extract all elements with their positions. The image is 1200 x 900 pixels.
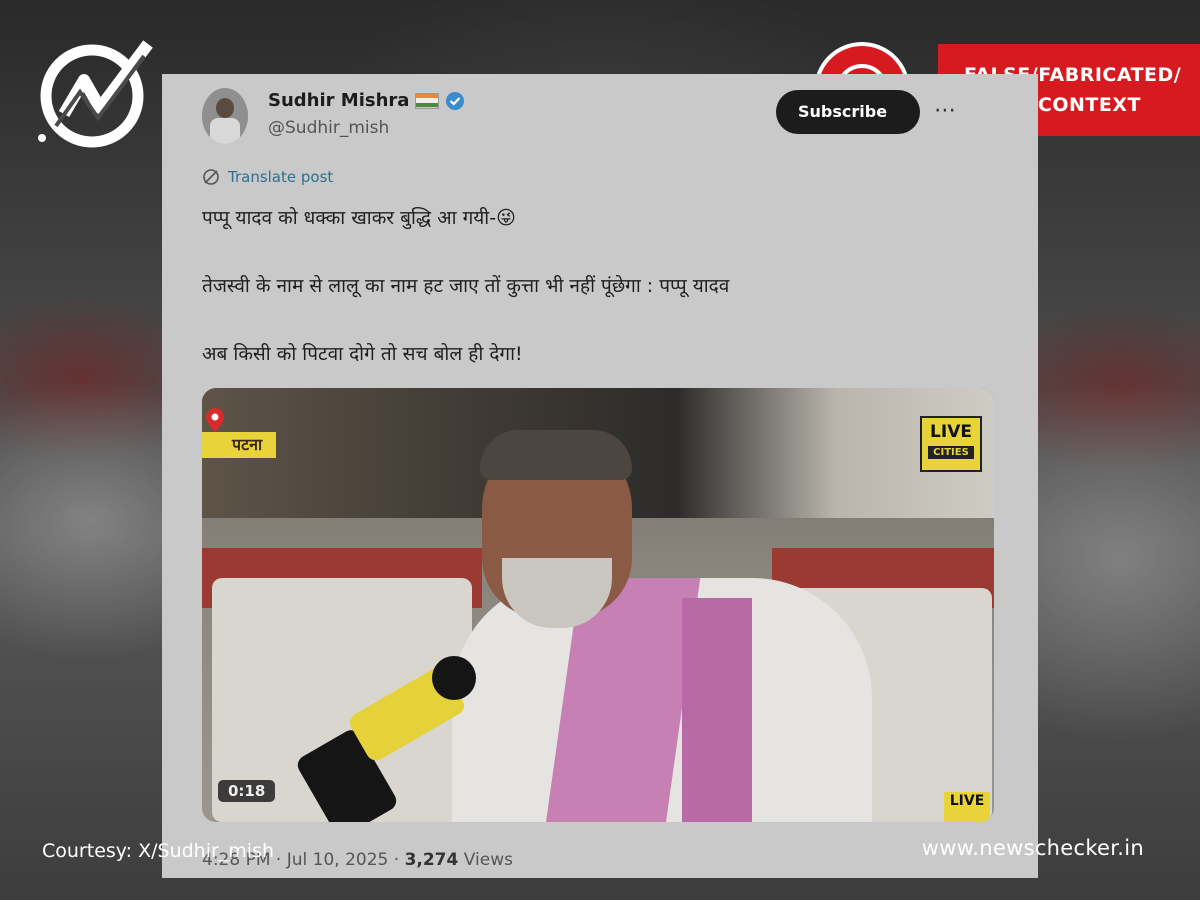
- avatar[interactable]: [202, 88, 248, 144]
- video-speaker-hair: [480, 430, 632, 480]
- video-player[interactable]: पटना LIVE CITIES LIVE 0:18: [202, 388, 994, 822]
- tweet-card: Sudhir Mishra @Sudhir_mish Subscribe ⋯ T…: [162, 74, 1038, 878]
- live-cities-logo: LIVE CITIES: [920, 416, 982, 472]
- translate-icon: [203, 169, 219, 185]
- translate-post-link[interactable]: Translate post: [202, 168, 333, 186]
- author-name-row: Sudhir Mishra: [268, 90, 465, 111]
- verified-badge-icon: [446, 91, 465, 110]
- tweet-text-line-1: पप्पू यादव को धक्का खाकर बुद्धि आ गयी-😜: [202, 207, 516, 229]
- tweet-date[interactable]: Jul 10, 2025: [287, 850, 389, 870]
- subscribe-button[interactable]: Subscribe: [776, 90, 920, 134]
- india-flag-icon: [415, 92, 440, 109]
- more-options-icon[interactable]: ⋯: [934, 98, 956, 123]
- translate-post-label: Translate post: [228, 168, 334, 186]
- live-cities-logo-line-1: LIVE: [930, 422, 972, 442]
- newschecker-logo-icon: [38, 40, 153, 148]
- website-url: www.newschecker.in: [921, 836, 1144, 860]
- author-name[interactable]: Sudhir Mishra: [268, 90, 409, 111]
- tweet-views-count: 3,274: [404, 850, 459, 870]
- video-mic-head: [432, 656, 476, 700]
- courtesy-credit: Courtesy: X/Sudhir_mish: [42, 840, 275, 862]
- tweet-text-line-2: तेजस्वी के नाम से लालू का नाम हट जाए तों…: [202, 275, 730, 297]
- tweet-text-line-3: अब किसी को पिटवा दोगे तो सच बोल ही देगा!: [202, 343, 523, 365]
- live-corner-logo: LIVE: [944, 792, 990, 822]
- live-cities-logo-line-2: CITIES: [928, 446, 974, 459]
- video-duration: 0:18: [218, 780, 276, 802]
- tweet-views-label: Views: [463, 850, 513, 870]
- video-location-tag: पटना: [202, 432, 277, 458]
- location-pin-icon: [206, 408, 224, 432]
- author-handle[interactable]: @Sudhir_mish: [268, 118, 389, 138]
- video-speaker-scarf-2: [682, 598, 752, 822]
